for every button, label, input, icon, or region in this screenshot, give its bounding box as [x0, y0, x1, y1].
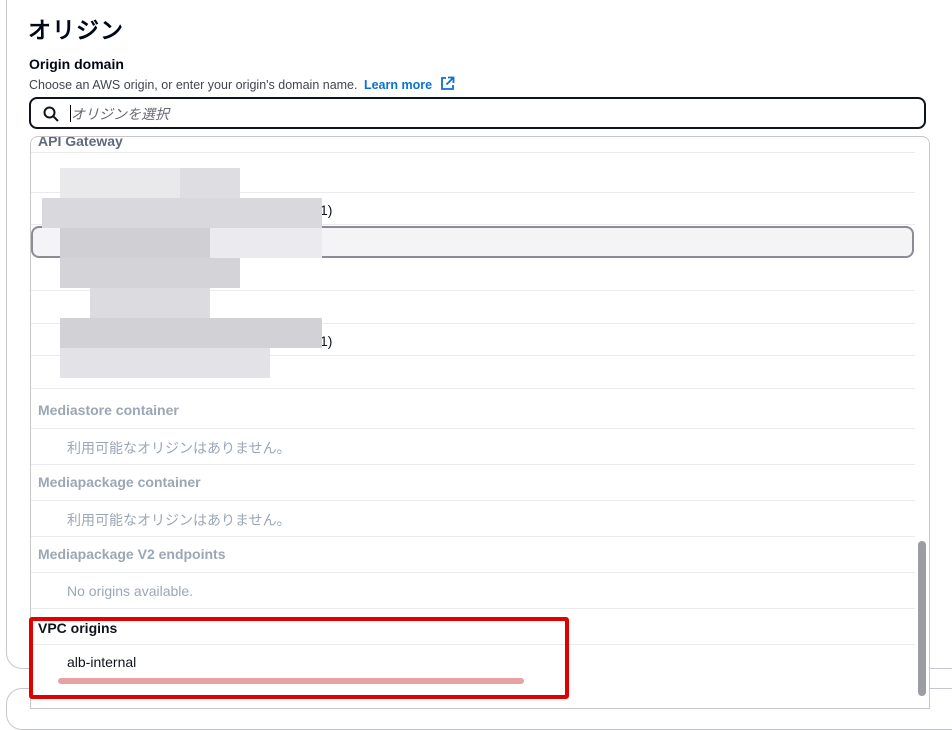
group-header-api-gateway: API Gateway	[31, 137, 915, 153]
list-item-empty: 利用可能なオリジンはありません。	[31, 429, 915, 465]
learn-more-link[interactable]: Learn more	[364, 78, 432, 92]
annotation-highlight-box	[29, 617, 569, 699]
search-input[interactable]	[69, 103, 893, 125]
search-icon	[43, 106, 59, 127]
origin-domain-label: Origin domain	[29, 56, 124, 72]
origin-domain-description: Choose an AWS origin, or enter your orig…	[29, 76, 455, 94]
description-text: Choose an AWS origin, or enter your orig…	[29, 78, 358, 92]
group-header-mediapackage-v2: Mediapackage V2 endpoints	[31, 537, 915, 573]
list-item-empty: 利用可能なオリジンはありません。	[31, 501, 915, 537]
list-item-empty: No origins available.	[31, 573, 915, 609]
origin-domain-search[interactable]	[29, 97, 926, 129]
text-caret	[70, 105, 71, 122]
external-link-icon[interactable]	[440, 76, 455, 94]
scrollbar[interactable]	[918, 541, 926, 696]
group-header-mediapackage: Mediapackage container	[31, 465, 915, 501]
group-header-mediastore: Mediastore container	[31, 389, 915, 429]
redacted-content	[42, 168, 322, 378]
section-title: オリジン	[28, 17, 124, 43]
